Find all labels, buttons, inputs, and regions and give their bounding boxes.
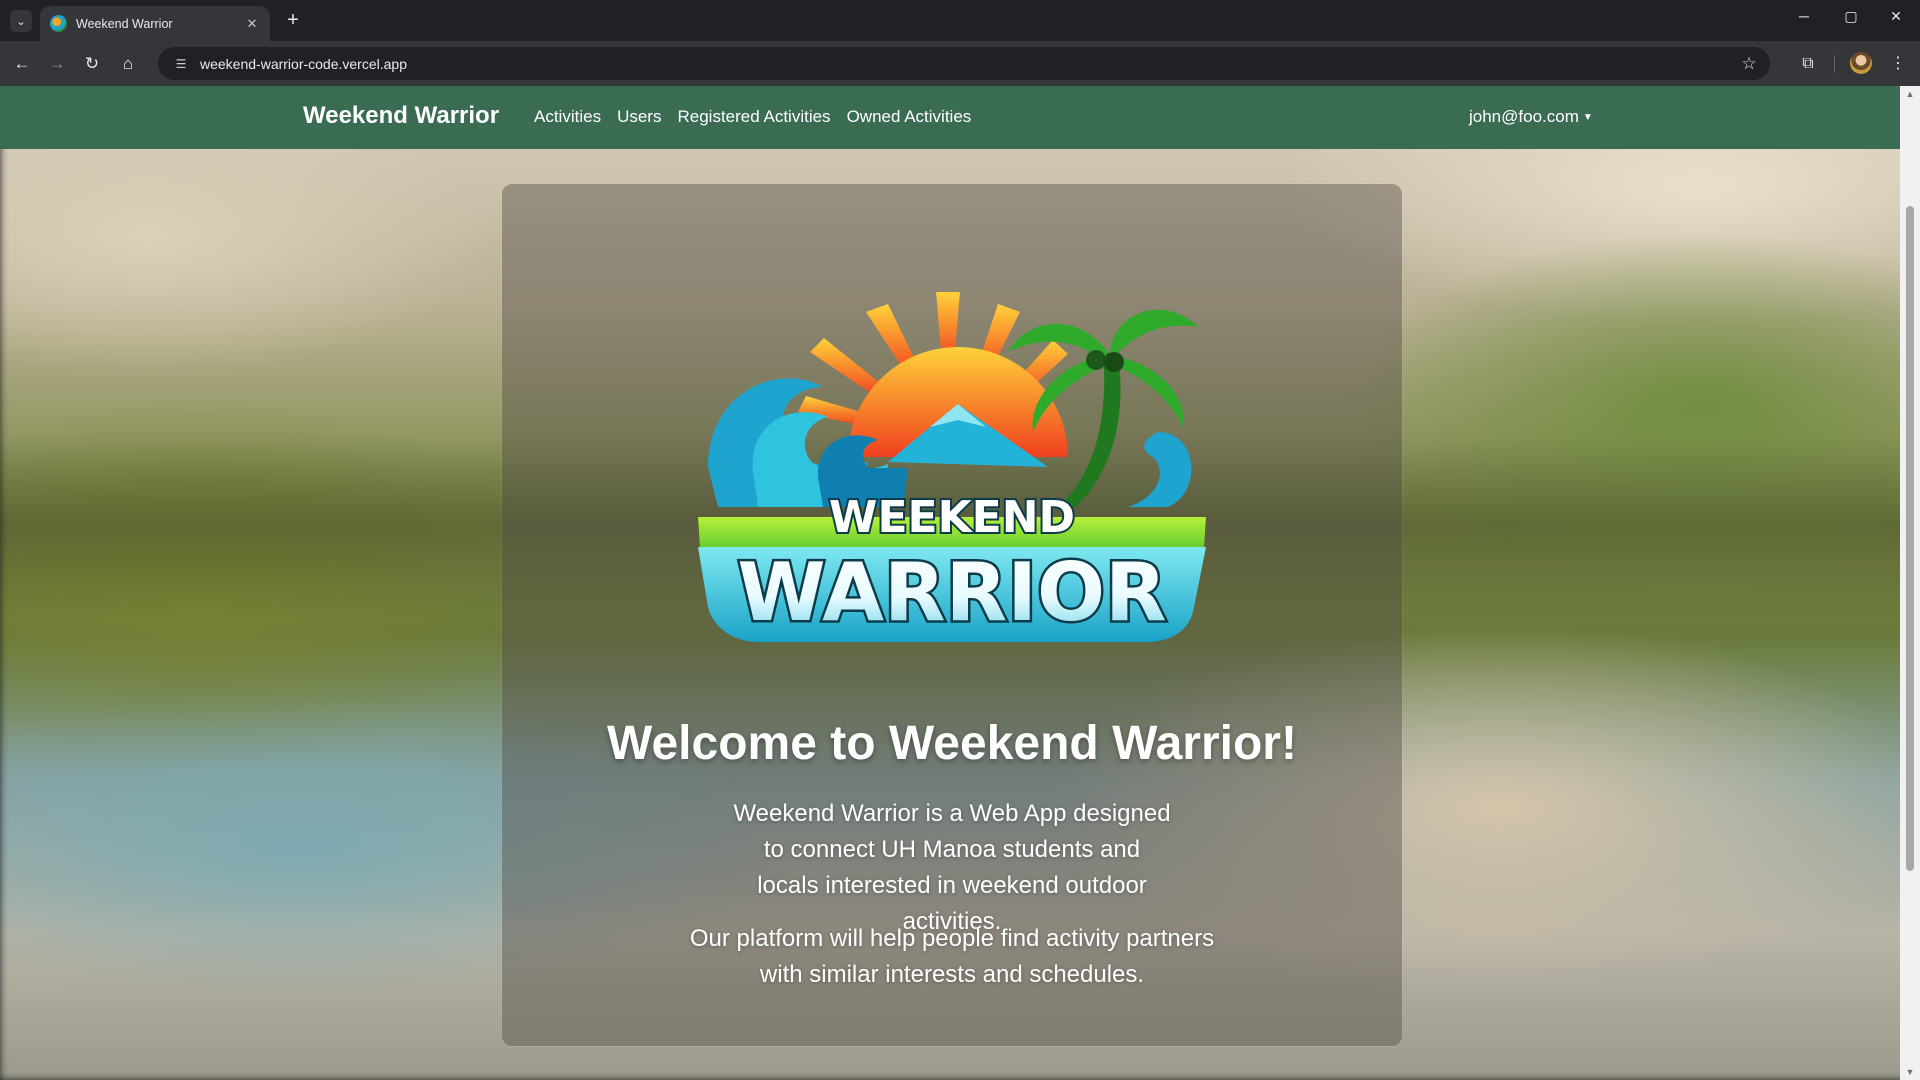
scroll-down-icon[interactable]: ▼ xyxy=(1900,1064,1920,1080)
scroll-up-icon[interactable]: ▲ xyxy=(1900,86,1920,102)
profile-avatar[interactable] xyxy=(1850,52,1872,74)
user-email: john@foo.com xyxy=(1469,107,1579,126)
nav-link-owned-activities[interactable]: Owned Activities xyxy=(847,107,972,127)
nav-links: Activities Users Registered Activities O… xyxy=(534,107,971,127)
browser-tab[interactable]: Weekend Warrior ✕ xyxy=(40,6,270,41)
page-viewport: Weekend Warrior Activities Users Registe… xyxy=(0,86,1920,1080)
forward-icon[interactable]: → xyxy=(44,51,70,77)
nav-link-activities[interactable]: Activities xyxy=(534,107,601,127)
maximize-icon[interactable]: ▢ xyxy=(1836,8,1866,25)
logo-text-weekend: WEEKEND xyxy=(829,492,1075,543)
logo-text-warrior: WARRIOR xyxy=(737,546,1166,639)
bookmark-star-icon[interactable]: ☆ xyxy=(1734,54,1764,74)
nav-link-users[interactable]: Users xyxy=(617,107,661,127)
favicon-icon xyxy=(50,15,67,32)
page-title: Welcome to Weekend Warrior! xyxy=(607,717,1297,770)
minimize-icon[interactable]: ─ xyxy=(1789,8,1819,24)
menu-dots-icon[interactable]: ⋮ xyxy=(1885,51,1911,77)
site-info-icon[interactable]: ☰ xyxy=(172,55,190,73)
tab-title: Weekend Warrior xyxy=(76,16,173,31)
weekend-warrior-logo: WEEKEND WARRIOR xyxy=(698,292,1206,642)
toolbar-divider xyxy=(1834,55,1835,73)
home-icon[interactable]: ⌂ xyxy=(115,51,141,77)
extensions-icon[interactable]: ⧉ xyxy=(1795,51,1821,77)
user-dropdown[interactable]: john@foo.com ▼ xyxy=(1469,107,1593,127)
tab-list-icon[interactable]: ⌄ xyxy=(10,10,32,32)
intro-paragraph: Weekend Warrior is a Web App designed to… xyxy=(733,800,1171,935)
browser-tabstrip: ⌄ Weekend Warrior ✕ + ─ ▢ ✕ xyxy=(0,0,1920,41)
scroll-thumb[interactable] xyxy=(1906,206,1914,871)
site-navbar: Weekend Warrior Activities Users Registe… xyxy=(0,86,1900,149)
back-icon[interactable]: ← xyxy=(9,51,35,77)
page-scrollbar[interactable]: ▲ ▼ xyxy=(1900,86,1920,1080)
tab-close-icon[interactable]: ✕ xyxy=(244,16,260,32)
close-window-icon[interactable]: ✕ xyxy=(1881,8,1911,25)
brand-link[interactable]: Weekend Warrior xyxy=(303,102,499,130)
new-tab-button[interactable]: + xyxy=(282,9,304,31)
welcome-card: WEEKEND WARRIOR Welcome to Weekend Warri… xyxy=(502,184,1402,1046)
url-text[interactable]: weekend-warrior-code.vercel.app xyxy=(200,56,1734,72)
reload-icon[interactable]: ↻ xyxy=(79,51,105,77)
caret-down-icon: ▼ xyxy=(1582,112,1593,123)
platform-paragraph: Our platform will help people find activ… xyxy=(689,925,1215,988)
browser-toolbar: ← → ↻ ⌂ ☰ weekend-warrior-code.vercel.ap… xyxy=(0,41,1920,86)
address-bar[interactable]: ☰ weekend-warrior-code.vercel.app ☆ xyxy=(158,47,1770,80)
nav-link-registered-activities[interactable]: Registered Activities xyxy=(677,107,830,127)
